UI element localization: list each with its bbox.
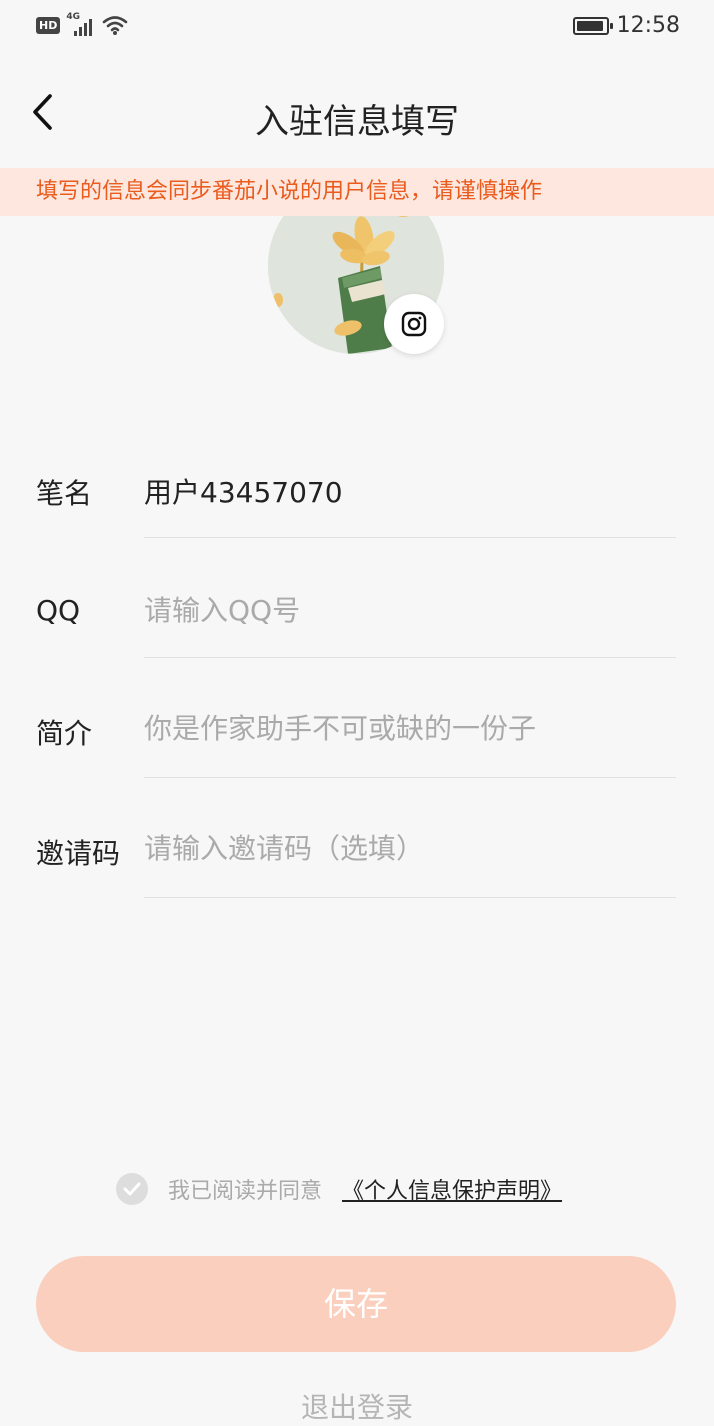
- camera-icon: [401, 311, 427, 337]
- invite-code-label: 邀请码: [36, 837, 121, 870]
- save-button[interactable]: 保存: [36, 1256, 676, 1352]
- page-title: 入驻信息填写: [255, 102, 459, 142]
- qq-label: QQ: [36, 594, 81, 627]
- divider: [144, 777, 676, 778]
- divider: [144, 537, 676, 538]
- form-row-invite-code: 邀请码: [0, 792, 714, 912]
- wifi-icon: [103, 16, 128, 35]
- form-row-qq: QQ: [0, 552, 714, 672]
- camera-button[interactable]: [384, 294, 444, 354]
- signal-icon: 4G: [66, 12, 96, 36]
- form-row-pen-name: 笔名: [0, 432, 714, 552]
- form-row-intro: 简介: [0, 672, 714, 792]
- clock: 12:58: [616, 13, 680, 38]
- status-bar: HD 4G 12:58: [0, 0, 714, 54]
- status-icons-left: HD 4G: [36, 12, 128, 36]
- status-icons-right: 12:58: [572, 13, 680, 38]
- agreement-row: 我已阅读并同意 《个人信息保护声明》: [116, 1170, 562, 1208]
- nav-bar: 入驻信息填写: [0, 70, 714, 160]
- hd-badge: HD: [36, 16, 61, 34]
- notice-banner: 填写的信息会同步番茄小说的用户信息，请谨慎操作: [0, 168, 714, 216]
- check-icon: [123, 1182, 141, 1196]
- invite-code-input[interactable]: [144, 832, 676, 865]
- intro-label: 简介: [36, 717, 93, 750]
- agreement-text: 我已阅读并同意: [168, 1179, 323, 1204]
- agreement-checkbox[interactable]: [116, 1173, 148, 1205]
- pen-name-label: 笔名: [36, 477, 93, 510]
- qq-input[interactable]: [144, 594, 676, 627]
- divider: [144, 657, 676, 658]
- divider: [144, 897, 676, 898]
- intro-input[interactable]: [144, 712, 676, 745]
- pen-name-input[interactable]: [144, 474, 676, 507]
- privacy-statement-link[interactable]: 《个人信息保护声明》: [342, 1173, 562, 1205]
- logout-button[interactable]: 退出登录: [0, 1386, 714, 1426]
- battery-icon: [572, 16, 613, 35]
